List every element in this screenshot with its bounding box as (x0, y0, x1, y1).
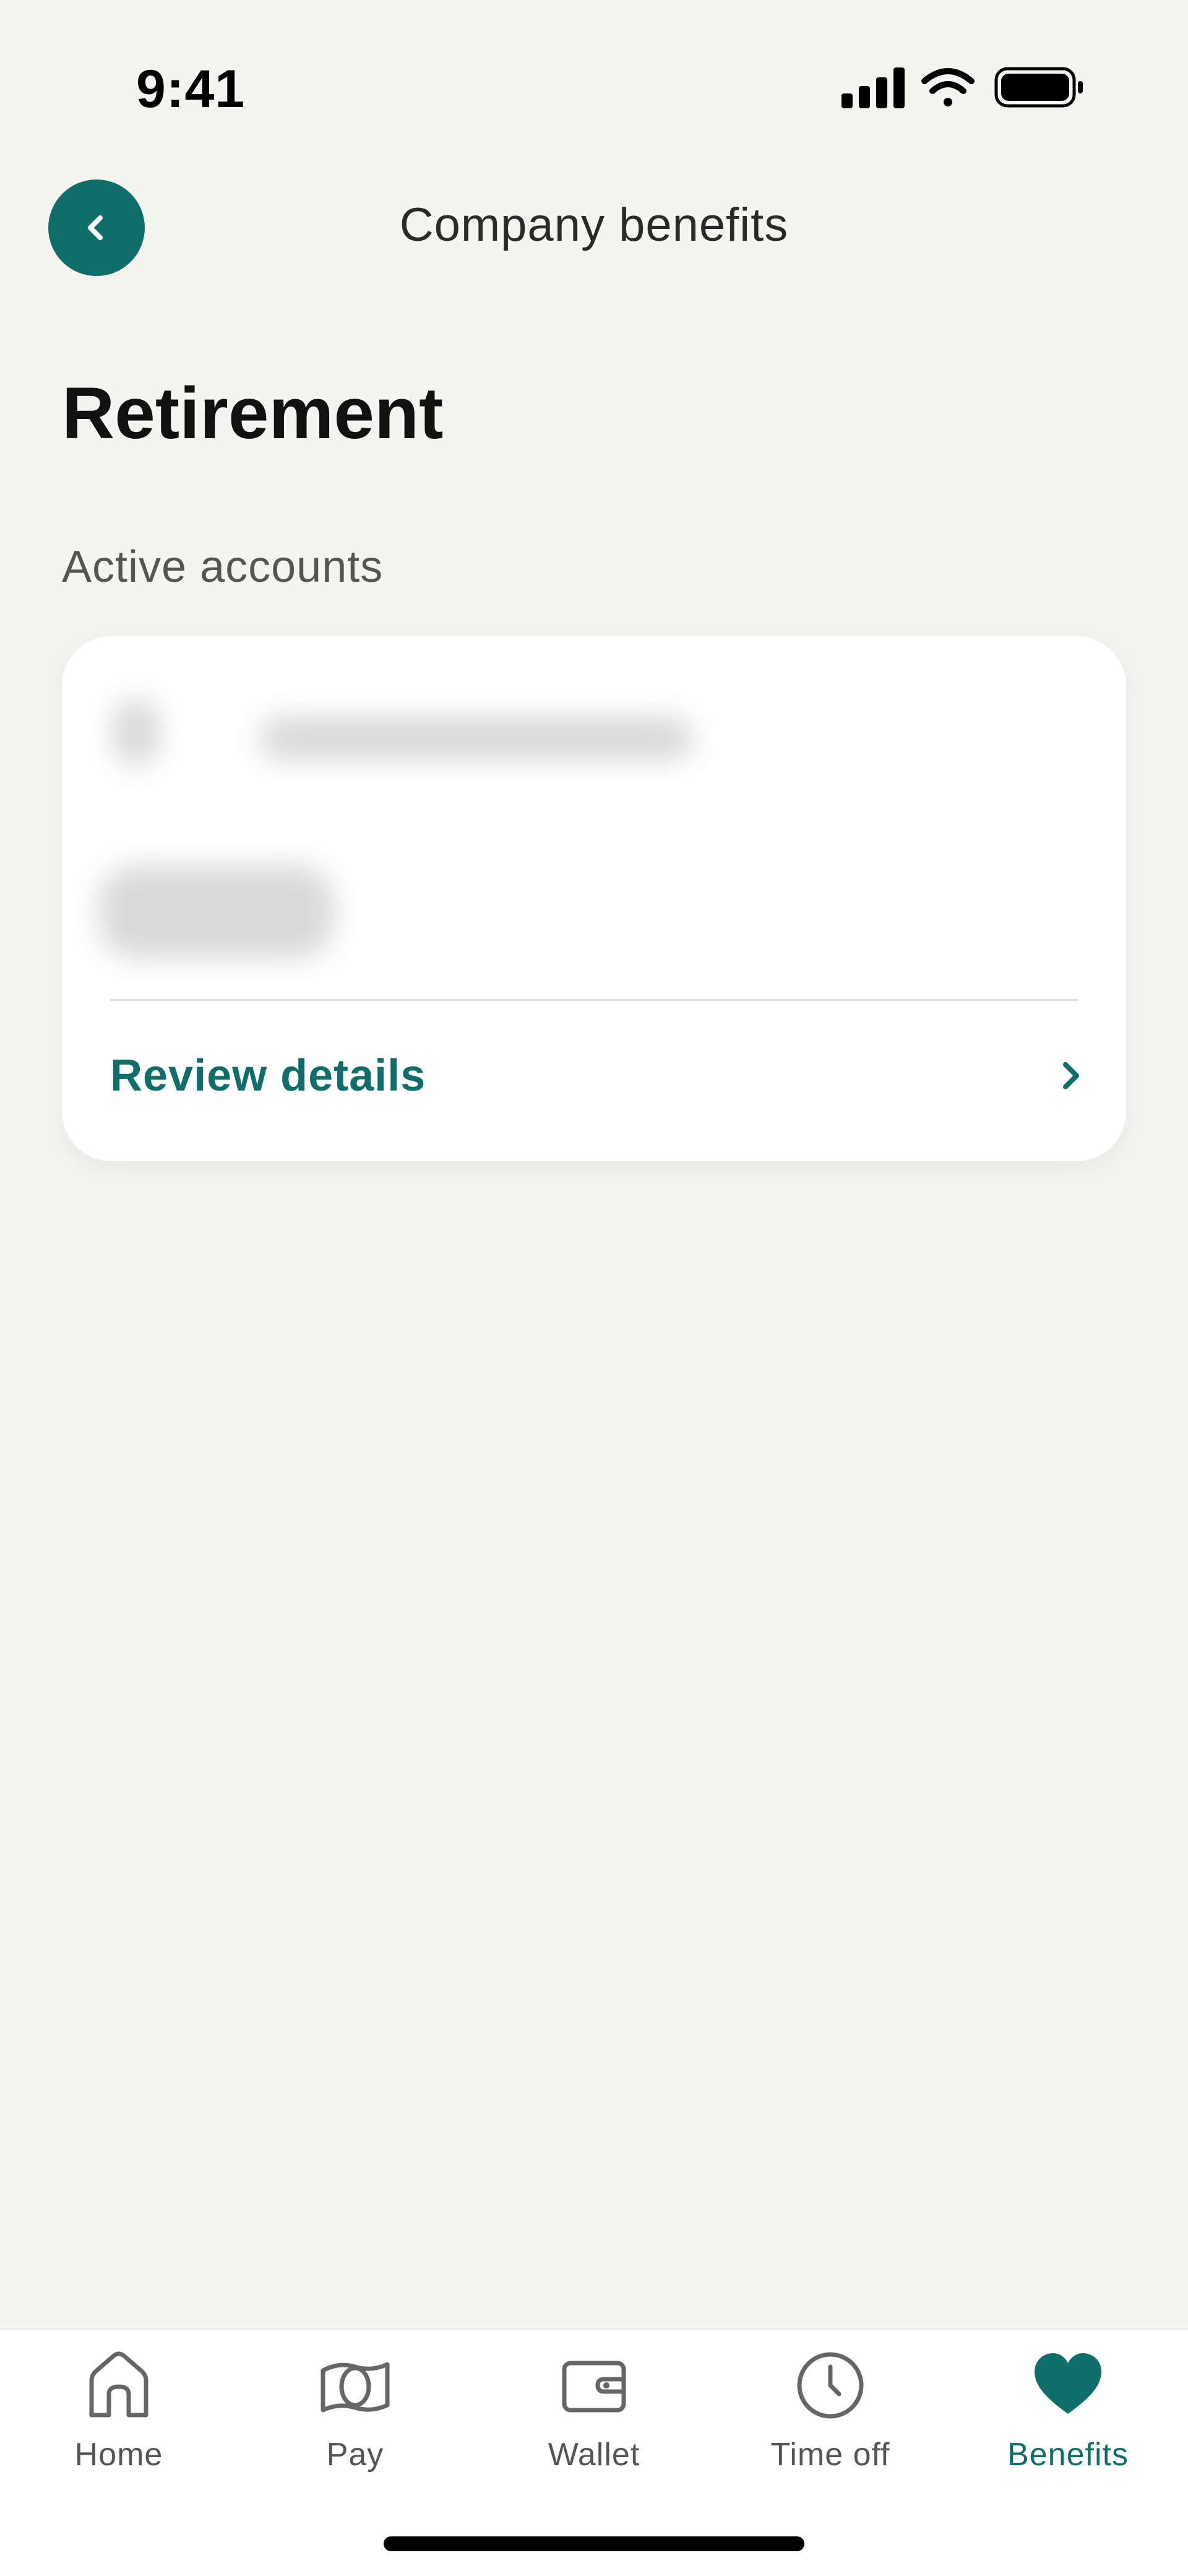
status-bar: 9:41 (0, 0, 1188, 161)
nav-item-wallet[interactable]: Wallet (501, 2348, 687, 2509)
clock-icon (793, 2348, 867, 2423)
nav-item-home[interactable]: Home (26, 2348, 212, 2509)
home-indicator[interactable] (384, 2536, 804, 2551)
home-icon (82, 2348, 156, 2423)
page-title: Retirement (62, 373, 444, 454)
card-divider (110, 999, 1078, 1001)
section-label: Active accounts (62, 542, 384, 592)
wallet-icon (557, 2348, 631, 2423)
screen: 9:41 Company benefits Retirement Active … (0, 0, 1188, 2576)
redacted-logo (111, 698, 161, 766)
review-details-link[interactable]: Review details (110, 1020, 1089, 1131)
chevron-right-icon (1063, 1062, 1079, 1089)
signal-icon (842, 67, 905, 108)
nav-item-benefits[interactable]: Benefits (975, 2348, 1161, 2509)
wifi-icon (921, 68, 975, 106)
heart-icon (1031, 2348, 1105, 2423)
battery-icon (994, 67, 1083, 108)
redacted-balance (99, 865, 334, 958)
review-details-label: Review details (110, 1051, 426, 1100)
nav-label-pay: Pay (326, 2437, 384, 2473)
pay-icon (318, 2348, 392, 2423)
status-icons (842, 65, 1089, 108)
redacted-account-name (260, 717, 693, 760)
nav-label-home: Home (74, 2437, 163, 2473)
nav-label-time-off: Time off (770, 2437, 890, 2473)
header-title: Company benefits (399, 199, 789, 251)
nav-item-pay[interactable]: Pay (262, 2348, 448, 2509)
nav-label-wallet: Wallet (548, 2437, 640, 2473)
nav-label-benefits: Benefits (1007, 2437, 1129, 2473)
account-card: Review details (62, 636, 1126, 1161)
status-time: 9:41 (136, 59, 246, 119)
nav-item-time-off[interactable]: Time off (738, 2348, 923, 2509)
